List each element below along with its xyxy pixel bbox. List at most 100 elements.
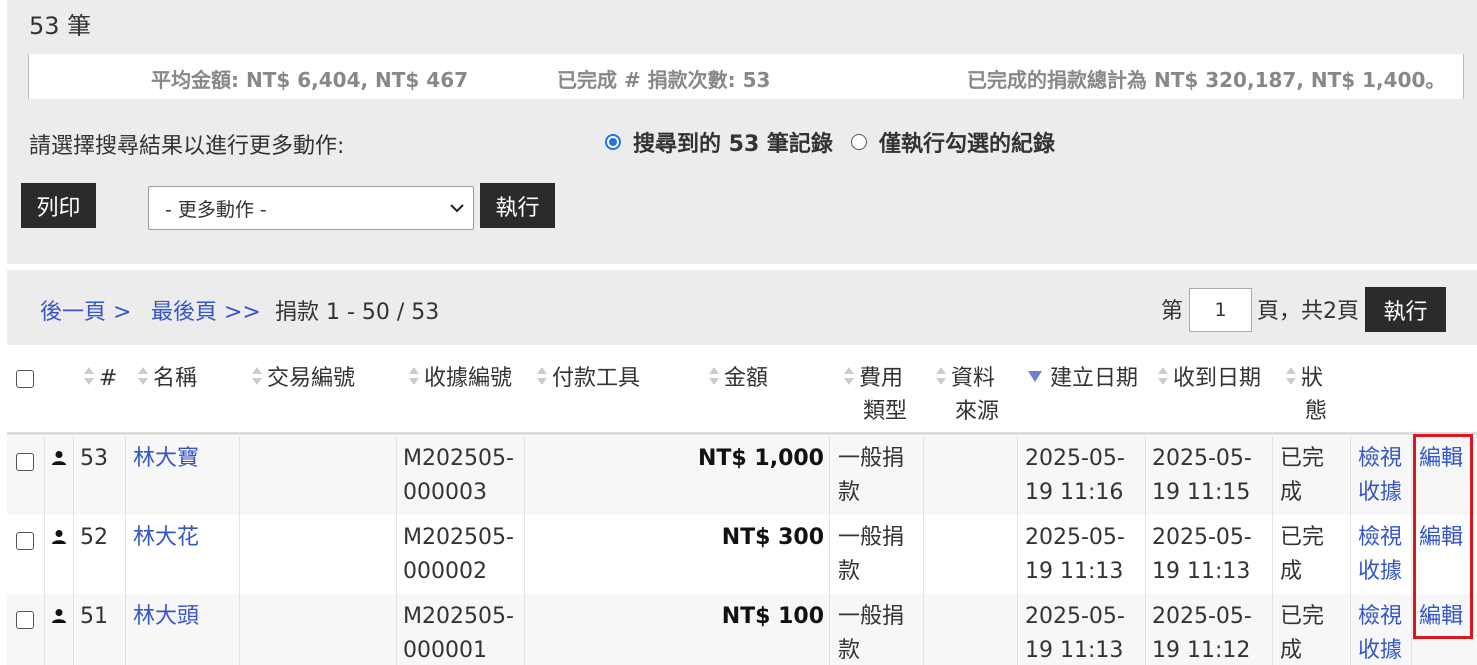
received-date: 2025-05- 19 11:12 xyxy=(1152,604,1252,663)
last-page-link[interactable]: 最後頁 >> xyxy=(151,294,261,326)
receipt-number: M202505- 000003 xyxy=(403,446,514,505)
column-divider xyxy=(1017,594,1018,665)
fee-type: 一般捐款 xyxy=(838,525,905,584)
column-divider xyxy=(1411,436,1412,515)
more-actions-select[interactable]: - 更多動作 - xyxy=(148,186,474,230)
edit-column-highlight xyxy=(1413,434,1473,639)
sort-icon xyxy=(137,367,149,387)
print-button[interactable]: 列印 xyxy=(21,183,96,228)
sort-icon xyxy=(536,367,548,387)
column-divider xyxy=(1411,594,1412,665)
col-header-txn[interactable]: 交易編號 xyxy=(251,362,355,395)
column-divider xyxy=(44,515,45,594)
column-divider xyxy=(1272,515,1273,594)
col-header-status[interactable]: 狀態 xyxy=(1285,362,1327,428)
col-header-num[interactable]: # xyxy=(83,362,117,395)
column-divider xyxy=(239,594,240,665)
radio-all-records[interactable] xyxy=(605,134,621,150)
column-divider xyxy=(125,515,126,594)
col-header-created[interactable]: 建立日期 xyxy=(1028,362,1138,395)
person-icon xyxy=(52,530,66,544)
col-header-amount[interactable]: 金額 xyxy=(708,362,768,395)
radio-all-records-label[interactable]: 搜尋到的 53 筆記錄 xyxy=(633,126,833,158)
page-number-input[interactable]: 1 xyxy=(1189,288,1252,332)
column-divider xyxy=(923,594,924,665)
column-divider xyxy=(1350,515,1351,594)
column-divider xyxy=(1272,594,1273,665)
column-divider xyxy=(1350,436,1351,515)
action-prompt: 請選擇搜尋結果以進行更多動作: xyxy=(29,134,345,159)
column-divider xyxy=(1017,436,1018,515)
col-header-name[interactable]: 名稱 xyxy=(137,362,197,395)
col-header-source[interactable]: 資料 來源 xyxy=(935,362,999,428)
column-divider xyxy=(829,594,830,665)
view-receipt-link[interactable]: 檢視 收據 xyxy=(1358,600,1402,665)
donor-name-link[interactable]: 林大寶 xyxy=(133,442,199,476)
status-text: 已完成 xyxy=(1280,525,1325,584)
column-divider xyxy=(524,515,525,594)
donor-name-link[interactable]: 林大花 xyxy=(133,521,199,555)
donation-amount: NT$ 100 xyxy=(721,604,824,629)
column-divider xyxy=(829,436,830,515)
view-receipt-link[interactable]: 檢視 收據 xyxy=(1358,521,1402,589)
sort-icon xyxy=(935,367,947,387)
receipt-number: M202505- 000002 xyxy=(403,525,514,584)
col-header-fee-type[interactable]: 費用 類型 xyxy=(843,362,907,428)
column-divider xyxy=(239,515,240,594)
average-amount-stat: 平均金額: NT$ 6,404, NT$ 467 xyxy=(151,68,469,92)
execute-action-button[interactable]: 執行 xyxy=(480,183,555,228)
created-date: 2025-05- 19 11:13 xyxy=(1025,525,1125,584)
status-text: 已完成 xyxy=(1280,604,1325,663)
sort-desc-icon xyxy=(1028,371,1042,382)
column-divider xyxy=(73,594,74,665)
col-header-received[interactable]: 收到日期 xyxy=(1157,362,1261,395)
table-header: # 名稱 交易編號 收據編號 付款工具 金額 費用 類型 資料 來源 建立日期 收到… xyxy=(7,350,1477,435)
created-date: 2025-05- 19 11:13 xyxy=(1025,604,1125,663)
person-icon xyxy=(52,609,66,623)
sort-icon xyxy=(708,367,720,387)
column-divider xyxy=(239,436,240,515)
donor-name-link[interactable]: 林大頭 xyxy=(133,600,199,634)
created-date: 2025-05- 19 11:16 xyxy=(1025,446,1125,505)
radio-selected-records-label[interactable]: 僅執行勾選的紀錄 xyxy=(879,126,1055,158)
sort-icon xyxy=(1157,367,1169,387)
column-divider xyxy=(524,436,525,515)
column-divider xyxy=(1272,436,1273,515)
sort-icon xyxy=(251,367,263,387)
column-divider xyxy=(1145,436,1146,515)
sort-icon xyxy=(843,367,855,387)
page-total-label: 頁，共2頁 xyxy=(1257,299,1359,324)
row-select-checkbox[interactable] xyxy=(16,453,34,471)
column-divider xyxy=(125,594,126,665)
table-row: 51 林大頭 M202505- 000001 NT$ 100 一般捐款 2025-05- 19… xyxy=(7,594,1477,665)
summary-stats-bar: 平均金額: NT$ 6,404, NT$ 467 已完成 # 捐款次數: 53 … xyxy=(28,54,1464,99)
radio-selected-records[interactable] xyxy=(850,134,867,150)
chevron-down-icon xyxy=(450,204,464,213)
column-divider xyxy=(73,436,74,515)
column-divider xyxy=(1350,594,1351,665)
column-divider xyxy=(396,594,397,665)
completed-total-stat: 已完成的捐款總計為 NT$ 320,187, NT$ 1,400。 xyxy=(967,68,1446,92)
row-number: 52 xyxy=(80,525,108,550)
row-select-checkbox[interactable] xyxy=(16,532,34,550)
col-header-receipt[interactable]: 收據編號 xyxy=(408,362,512,395)
next-page-link[interactable]: 後一頁 > xyxy=(40,294,131,326)
view-receipt-link[interactable]: 檢視 收據 xyxy=(1358,442,1402,510)
sort-icon xyxy=(83,367,95,387)
column-divider xyxy=(44,436,45,515)
col-header-instrument[interactable]: 付款工具 xyxy=(536,362,640,395)
column-divider xyxy=(1145,594,1146,665)
column-divider xyxy=(396,436,397,515)
column-divider xyxy=(923,515,924,594)
table-row: 53 林大寶 M202505- 000003 NT$ 1,000 一般捐款 2025-05-… xyxy=(7,436,1477,515)
column-divider xyxy=(44,594,45,665)
select-all-checkbox[interactable] xyxy=(16,370,34,388)
completed-count-stat: 已完成 # 捐款次數: 53 xyxy=(557,68,771,92)
go-to-page-button[interactable]: 執行 xyxy=(1365,287,1446,332)
receipt-number: M202505- 000001 xyxy=(403,604,514,663)
column-divider xyxy=(1145,515,1146,594)
donation-amount: NT$ 1,000 xyxy=(698,446,824,471)
column-divider xyxy=(1017,515,1018,594)
row-select-checkbox[interactable] xyxy=(16,611,34,629)
donation-amount: NT$ 300 xyxy=(721,525,824,550)
